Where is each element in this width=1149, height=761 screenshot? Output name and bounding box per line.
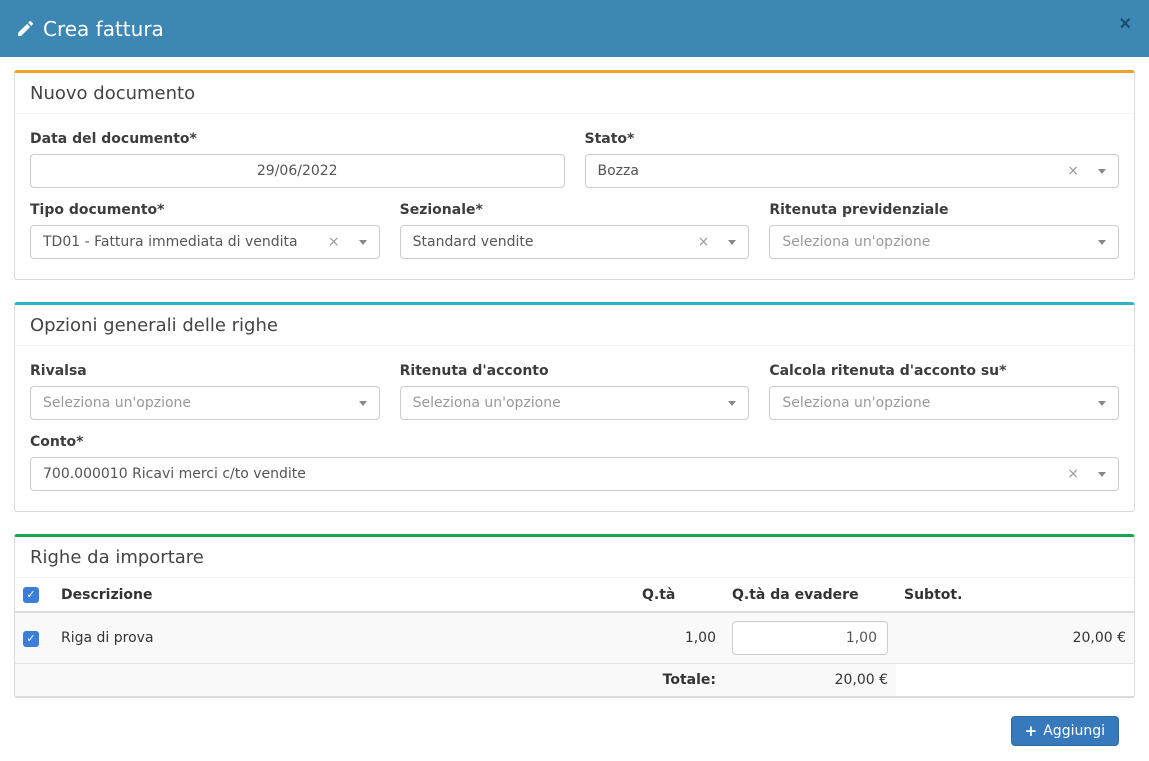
col-header-subtot: Subtot. <box>896 578 1134 612</box>
stato-label: Stato* <box>585 131 1120 147</box>
rivalsa-select-placeholder: Seleziona un'opzione <box>43 395 359 411</box>
col-header-qta-da-evadere: Q.tà da evadere <box>724 578 896 612</box>
modal-title-text: Crea fattura <box>43 17 164 41</box>
totale-label: Totale: <box>15 664 724 697</box>
righe-table: ✓ Descrizione Q.tà Q.tà da evadere Subto… <box>15 578 1134 697</box>
col-header-qta: Q.tà <box>634 578 724 612</box>
tipo-documento-select-value: TD01 - Fattura immediata di vendita <box>43 234 320 250</box>
chevron-down-icon[interactable] <box>728 401 736 406</box>
clear-icon[interactable]: × <box>1067 467 1079 481</box>
stato-select-value: Bozza <box>598 163 1060 179</box>
chevron-down-icon[interactable] <box>359 401 367 406</box>
modal-body: Nuovo documento Data del documento* Stat… <box>0 57 1149 746</box>
modal-title: Crea fattura <box>18 17 164 41</box>
chevron-down-icon[interactable] <box>1098 169 1106 174</box>
data-documento-label: Data del documento* <box>30 131 565 147</box>
plus-icon: + <box>1025 724 1038 739</box>
conto-label: Conto* <box>30 434 1119 450</box>
conto-select-value: 700.000010 Ricavi merci c/to vendite <box>43 466 1059 482</box>
modal-footer: + Aggiungi <box>14 716 1135 746</box>
calcola-ritenuta-label: Calcola ritenuta d'acconto su* <box>769 363 1119 379</box>
data-documento-input[interactable] <box>30 154 565 188</box>
clear-icon[interactable]: × <box>1067 164 1079 178</box>
panel-nuovo-documento: Nuovo documento Data del documento* Stat… <box>14 70 1135 280</box>
ritenuta-acconto-select[interactable]: Seleziona un'opzione <box>400 386 750 420</box>
close-icon[interactable]: × <box>1115 12 1135 36</box>
chevron-down-icon[interactable] <box>728 240 736 245</box>
rivalsa-select[interactable]: Seleziona un'opzione <box>30 386 380 420</box>
stato-select[interactable]: Bozza × <box>585 154 1120 188</box>
tipo-documento-select[interactable]: TD01 - Fattura immediata di vendita × <box>30 225 380 259</box>
panel-righe-da-importare-header: Righe da importare <box>15 537 1134 578</box>
ritenuta-acconto-select-placeholder: Seleziona un'opzione <box>413 395 729 411</box>
ritenuta-previdenziale-select[interactable]: Seleziona un'opzione <box>769 225 1119 259</box>
ritenuta-acconto-label: Ritenuta d'acconto <box>400 363 750 379</box>
panel-title: Nuovo documento <box>30 83 195 104</box>
table-row: ✓ Riga di prova 1,00 20,00 € <box>15 612 1134 664</box>
tipo-documento-label: Tipo documento* <box>30 202 380 218</box>
row-checkbox[interactable]: ✓ <box>23 631 39 647</box>
calcola-ritenuta-select-placeholder: Seleziona un'opzione <box>782 395 1098 411</box>
panel-title: Opzioni generali delle righe <box>30 315 278 336</box>
table-footer-row: Totale: 20,00 € <box>15 664 1134 697</box>
sezionale-select-value: Standard vendite <box>413 234 690 250</box>
ritenuta-previdenziale-select-placeholder: Seleziona un'opzione <box>782 234 1098 250</box>
calcola-ritenuta-select[interactable]: Seleziona un'opzione <box>769 386 1119 420</box>
pencil-icon <box>18 21 33 36</box>
clear-icon[interactable]: × <box>328 235 340 249</box>
totale-value: 20,00 € <box>724 664 896 697</box>
table-header-row: ✓ Descrizione Q.tà Q.tà da evadere Subto… <box>15 578 1134 612</box>
row-qta: 1,00 <box>634 612 724 664</box>
chevron-down-icon[interactable] <box>1098 401 1106 406</box>
row-subtot: 20,00 € <box>896 612 1134 664</box>
select-all-checkbox[interactable]: ✓ <box>23 587 39 603</box>
row-descrizione: Riga di prova <box>53 612 634 664</box>
sezionale-label: Sezionale* <box>400 202 750 218</box>
panel-opzioni-generali: Opzioni generali delle righe Rivalsa Sel… <box>14 302 1135 512</box>
aggiungi-button-label: Aggiungi <box>1043 723 1105 739</box>
qta-da-evadere-input[interactable] <box>732 621 888 655</box>
sezionale-select[interactable]: Standard vendite × <box>400 225 750 259</box>
aggiungi-button[interactable]: + Aggiungi <box>1011 716 1119 746</box>
modal-header: Crea fattura × <box>0 0 1149 57</box>
panel-righe-da-importare: Righe da importare ✓ Descrizione Q.tà Q.… <box>14 534 1135 698</box>
rivalsa-label: Rivalsa <box>30 363 380 379</box>
chevron-down-icon[interactable] <box>1098 472 1106 477</box>
panel-title: Righe da importare <box>30 547 204 568</box>
chevron-down-icon[interactable] <box>1098 240 1106 245</box>
chevron-down-icon[interactable] <box>359 240 367 245</box>
col-header-descrizione: Descrizione <box>53 578 634 612</box>
ritenuta-previdenziale-label: Ritenuta previdenziale <box>769 202 1119 218</box>
panel-opzioni-generali-header: Opzioni generali delle righe <box>15 305 1134 346</box>
conto-select[interactable]: 700.000010 Ricavi merci c/to vendite × <box>30 457 1119 491</box>
clear-icon[interactable]: × <box>698 235 710 249</box>
panel-nuovo-documento-header: Nuovo documento <box>15 73 1134 114</box>
